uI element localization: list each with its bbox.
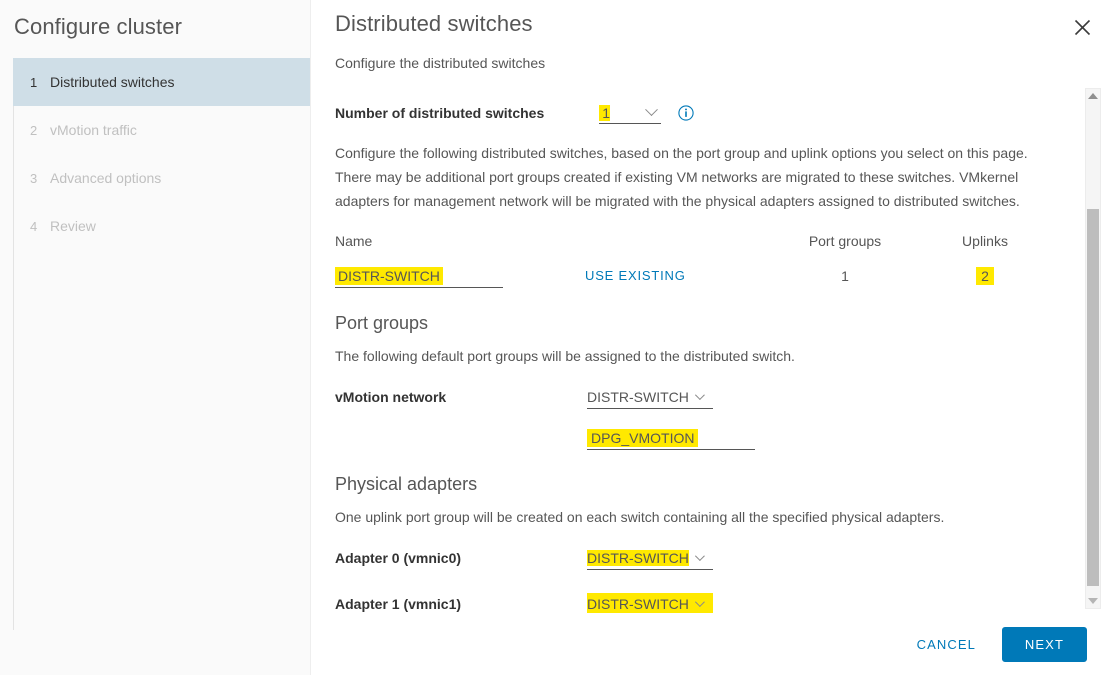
wizard-scroll-content: Number of distributed switches 1 Configu… — [311, 78, 1107, 613]
chevron-down-icon — [694, 597, 705, 608]
port-groups-section-title: Port groups — [335, 313, 429, 333]
triangle-up-icon — [1088, 93, 1098, 99]
step-number: 2 — [30, 122, 38, 138]
adapter-0-switch-select[interactable]: DISTR-SWITCH — [587, 547, 713, 570]
use-existing-cell: USE EXISTING — [585, 267, 775, 285]
cancel-button[interactable]: CANCEL — [903, 629, 990, 660]
adapter-0-row: Adapter 0 (vmnic0) DISTR-SWITCH — [335, 545, 1062, 571]
port-groups-section-description: The following default port groups will b… — [335, 348, 795, 364]
adapter-1-switch-select[interactable]: DISTR-SWITCH — [587, 592, 713, 613]
number-of-switches-row: Number of distributed switches 1 — [335, 102, 1062, 124]
step-label: Review — [50, 218, 96, 234]
close-button[interactable] — [1067, 12, 1097, 42]
chevron-down-icon — [694, 551, 705, 562]
sidebar-step-advanced-options[interactable]: 3 Advanced options — [13, 154, 310, 202]
adapter-1-label: Adapter 1 (vmnic1) — [335, 596, 462, 612]
sidebar-step-vmotion-traffic[interactable]: 2 vMotion traffic — [13, 106, 310, 154]
step-label: Distributed switches — [50, 74, 175, 90]
scrollbar-thumb[interactable] — [1087, 209, 1099, 586]
column-header-port-groups: Port groups — [808, 233, 882, 249]
number-of-switches-control: 1 — [599, 102, 694, 124]
step-number: 3 — [30, 170, 38, 186]
column-header-uplinks: Uplinks — [962, 233, 1008, 249]
vmotion-portgroup-input[interactable]: DPG_VMOTION — [587, 426, 755, 450]
table-row: DISTR-SWITCH USE EXISTING 1 2 — [335, 263, 1061, 289]
sidebar-step-distributed-switches[interactable]: 1 Distributed switches — [13, 58, 310, 106]
chevron-down-icon — [645, 103, 659, 117]
adapter-1-switch-value: DISTR-SWITCH — [587, 595, 689, 612]
info-circle-icon[interactable] — [678, 105, 694, 121]
step-label: Advanced options — [50, 170, 162, 186]
wizard-title: Configure cluster — [14, 14, 182, 39]
close-icon — [1074, 19, 1090, 35]
sidebar-step-review[interactable]: 4 Review — [13, 202, 310, 250]
number-of-switches-label: Number of distributed switches — [335, 105, 545, 121]
vertical-scrollbar[interactable] — [1085, 88, 1101, 609]
number-of-switches-select[interactable]: 1 — [599, 102, 662, 124]
physical-adapters-section-title: Physical adapters — [335, 474, 478, 494]
vmotion-network-label: vMotion network — [335, 389, 447, 405]
page-subtitle: Configure the distributed switches — [335, 55, 546, 71]
next-button[interactable]: NEXT — [1001, 626, 1087, 662]
triangle-down-icon — [1088, 598, 1098, 604]
switch-name-value: DISTR-SWITCH — [335, 267, 443, 285]
step-number: 4 — [30, 218, 38, 234]
distributed-switch-table: Name Port groups Uplinks DISTR-SWITCH US… — [335, 233, 1061, 289]
adapter-0-switch-value: DISTR-SWITCH — [587, 549, 689, 566]
chevron-down-icon — [694, 390, 705, 401]
scroll-up-button[interactable] — [1086, 89, 1100, 103]
vmotion-portgroup-value: DPG_VMOTION — [587, 429, 699, 447]
adapter-0-label: Adapter 0 (vmnic0) — [335, 550, 462, 566]
vmotion-network-switch-value: DISTR-SWITCH — [587, 388, 689, 405]
uplinks-count[interactable]: 2 — [976, 267, 994, 285]
number-of-switches-value: 1 — [599, 104, 611, 121]
use-existing-button[interactable]: USE EXISTING — [585, 268, 686, 283]
step-label: vMotion traffic — [50, 122, 137, 138]
vmotion-network-switch-select[interactable]: DISTR-SWITCH — [587, 386, 713, 409]
physical-adapters-section-description: One uplink port group will be created on… — [335, 509, 945, 525]
column-header-blank — [585, 233, 775, 249]
vmotion-network-row: vMotion network DISTR-SWITCH — [335, 384, 1062, 410]
adapter-1-row: Adapter 1 (vmnic1) DISTR-SWITCH — [335, 591, 1062, 613]
uplinks-count-cell: 2 — [915, 267, 1055, 285]
port-groups-count: 1 — [841, 268, 849, 284]
wizard-steps: 1 Distributed switches 2 vMotion traffic… — [0, 58, 310, 630]
table-header-row: Name Port groups Uplinks — [335, 233, 1061, 249]
main-header: Distributed switches Configure the distr… — [311, 0, 1107, 71]
configure-cluster-wizard: Configure cluster 1 Distributed switches… — [0, 0, 1107, 675]
page-title: Distributed switches — [335, 11, 533, 36]
step-number: 1 — [30, 74, 38, 90]
switch-name-cell: DISTR-SWITCH — [335, 264, 585, 288]
wizard-footer: CANCEL NEXT — [311, 613, 1107, 675]
page-description: Configure the following distributed swit… — [335, 145, 1028, 209]
wizard-main-panel: Distributed switches Configure the distr… — [311, 0, 1107, 675]
wizard-sidebar: Configure cluster 1 Distributed switches… — [0, 0, 311, 675]
column-header-name: Name — [335, 233, 373, 249]
switch-name-input[interactable]: DISTR-SWITCH — [335, 264, 503, 288]
scroll-down-button[interactable] — [1086, 594, 1100, 608]
